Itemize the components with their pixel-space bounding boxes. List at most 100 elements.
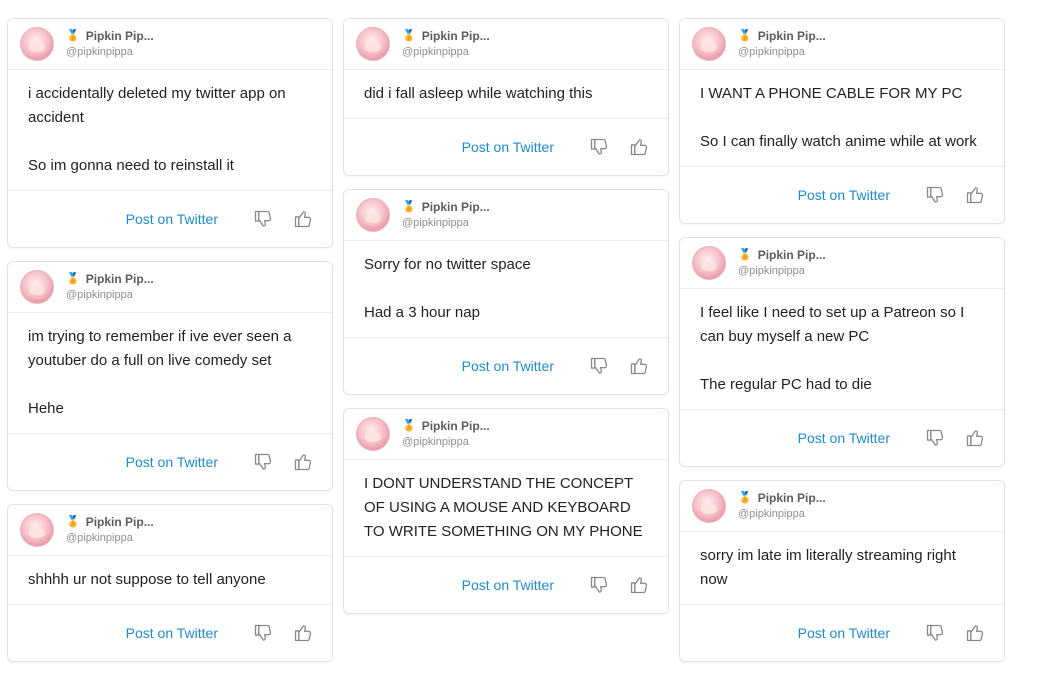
tweet-line: sorry im late im literally streaming rig… [700,547,956,588]
tweet-line [700,106,984,130]
tweet-line: im trying to remember if ive ever seen a… [28,328,292,369]
author-name[interactable]: Pipkin Pip... [86,514,154,530]
tweet-line [28,130,312,154]
author-meta: 🏅 Pipkin Pip... @pipkinpippa [738,490,826,522]
tweet-line [28,373,312,397]
thumbs-down-icon[interactable] [924,622,946,644]
tweet-text: Sorry for no twitter space Had a 3 hour n… [344,241,668,338]
post-on-twitter-link[interactable]: Post on Twitter [462,577,554,593]
avatar[interactable] [20,270,54,304]
author-handle: @pipkinpippa [738,46,805,58]
tweet-line: The regular PC had to die [700,376,872,393]
tweet-line: Hehe [28,400,64,417]
tweet-card-2-3: 🏅 Pipkin Pip... @pipkinpippa I DONT UNDE… [343,408,669,614]
avatar[interactable] [692,246,726,280]
card-footer: Post on Twitter [344,557,668,613]
thumbs-up-icon[interactable] [292,622,314,644]
tweet-line: Sorry for no twitter space [364,256,531,273]
avatar[interactable] [692,27,726,61]
author-meta: 🏅 Pipkin Pip... @pipkinpippa [402,418,490,450]
avatar[interactable] [356,27,390,61]
thumbs-down-icon[interactable] [588,355,610,377]
tweet-card-1-2: 🏅 Pipkin Pip... @pipkinpippa im trying t… [7,261,333,491]
thumbs-down-icon[interactable] [588,574,610,596]
avatar[interactable] [356,417,390,451]
author-name[interactable]: Pipkin Pip... [758,247,826,263]
card-footer: Post on Twitter [680,605,1004,661]
post-on-twitter-link[interactable]: Post on Twitter [462,139,554,155]
tweet-text: I DONT UNDERSTAND THE CONCEPT OF USING A… [344,460,668,557]
medal-icon: 🏅 [738,492,752,504]
author-handle: @pipkinpippa [402,217,469,229]
column-1: 🏅 Pipkin Pip... @pipkinpippa i accidenta… [7,18,333,675]
card-header: 🏅 Pipkin Pip... @pipkinpippa [344,190,668,241]
post-on-twitter-link[interactable]: Post on Twitter [798,430,890,446]
card-footer: Post on Twitter [8,434,332,490]
thumbs-up-icon[interactable] [628,355,650,377]
author-handle: @pipkinpippa [738,265,805,277]
post-on-twitter-link[interactable]: Post on Twitter [462,358,554,374]
thumbs-up-icon[interactable] [628,136,650,158]
medal-icon: 🏅 [402,420,416,432]
author-meta: 🏅 Pipkin Pip... @pipkinpippa [738,247,826,279]
card-footer: Post on Twitter [344,119,668,175]
thumbs-down-icon[interactable] [252,451,274,473]
card-footer: Post on Twitter [344,338,668,394]
tweet-text: im trying to remember if ive ever seen a… [8,313,332,434]
card-header: 🏅 Pipkin Pip... @pipkinpippa [8,19,332,70]
medal-icon: 🏅 [402,30,416,42]
medal-icon: 🏅 [66,273,80,285]
tweet-line: Had a 3 hour nap [364,304,480,321]
tweet-line: I WANT A PHONE CABLE FOR MY PC [700,85,963,102]
tweet-card-2-2: 🏅 Pipkin Pip... @pipkinpippa Sorry for n… [343,189,669,395]
thumbs-down-icon[interactable] [588,136,610,158]
author-name[interactable]: Pipkin Pip... [422,28,490,44]
thumbs-down-icon[interactable] [252,622,274,644]
card-footer: Post on Twitter [8,191,332,247]
card-footer: Post on Twitter [680,167,1004,223]
tweet-text: shhhh ur not suppose to tell anyone [8,556,332,605]
thumbs-up-icon[interactable] [628,574,650,596]
author-name[interactable]: Pipkin Pip... [758,28,826,44]
post-on-twitter-link[interactable]: Post on Twitter [798,187,890,203]
card-header: 🏅 Pipkin Pip... @pipkinpippa [680,481,1004,532]
card-footer: Post on Twitter [680,410,1004,466]
medal-icon: 🏅 [402,201,416,213]
post-on-twitter-link[interactable]: Post on Twitter [798,625,890,641]
tweet-line [700,349,984,373]
tweet-line: i accidentally deleted my twitter app on… [28,85,286,126]
column-2: 🏅 Pipkin Pip... @pipkinpippa did i fall … [343,18,669,627]
author-handle: @pipkinpippa [66,532,133,544]
thumbs-down-icon[interactable] [252,208,274,230]
author-meta: 🏅 Pipkin Pip... @pipkinpippa [738,28,826,60]
card-footer: Post on Twitter [8,605,332,661]
post-on-twitter-link[interactable]: Post on Twitter [126,211,218,227]
thumbs-down-icon[interactable] [924,427,946,449]
medal-icon: 🏅 [738,30,752,42]
card-header: 🏅 Pipkin Pip... @pipkinpippa [8,262,332,313]
post-on-twitter-link[interactable]: Post on Twitter [126,625,218,641]
avatar[interactable] [20,513,54,547]
post-on-twitter-link[interactable]: Post on Twitter [126,454,218,470]
author-name[interactable]: Pipkin Pip... [758,490,826,506]
avatar[interactable] [20,27,54,61]
tweet-line: did i fall asleep while watching this [364,85,593,102]
thumbs-up-icon[interactable] [964,622,986,644]
author-name[interactable]: Pipkin Pip... [86,271,154,287]
author-name[interactable]: Pipkin Pip... [86,28,154,44]
author-name[interactable]: Pipkin Pip... [422,199,490,215]
thumbs-up-icon[interactable] [292,208,314,230]
thumbs-up-icon[interactable] [292,451,314,473]
card-header: 🏅 Pipkin Pip... @pipkinpippa [8,505,332,556]
thumbs-up-icon[interactable] [964,184,986,206]
medal-icon: 🏅 [66,30,80,42]
avatar[interactable] [356,198,390,232]
avatar[interactable] [692,489,726,523]
author-handle: @pipkinpippa [66,289,133,301]
tweet-line: So im gonna need to reinstall it [28,157,234,174]
tweet-card-3-2: 🏅 Pipkin Pip... @pipkinpippa I feel like… [679,237,1005,467]
thumbs-down-icon[interactable] [924,184,946,206]
medal-icon: 🏅 [66,516,80,528]
author-name[interactable]: Pipkin Pip... [422,418,490,434]
thumbs-up-icon[interactable] [964,427,986,449]
